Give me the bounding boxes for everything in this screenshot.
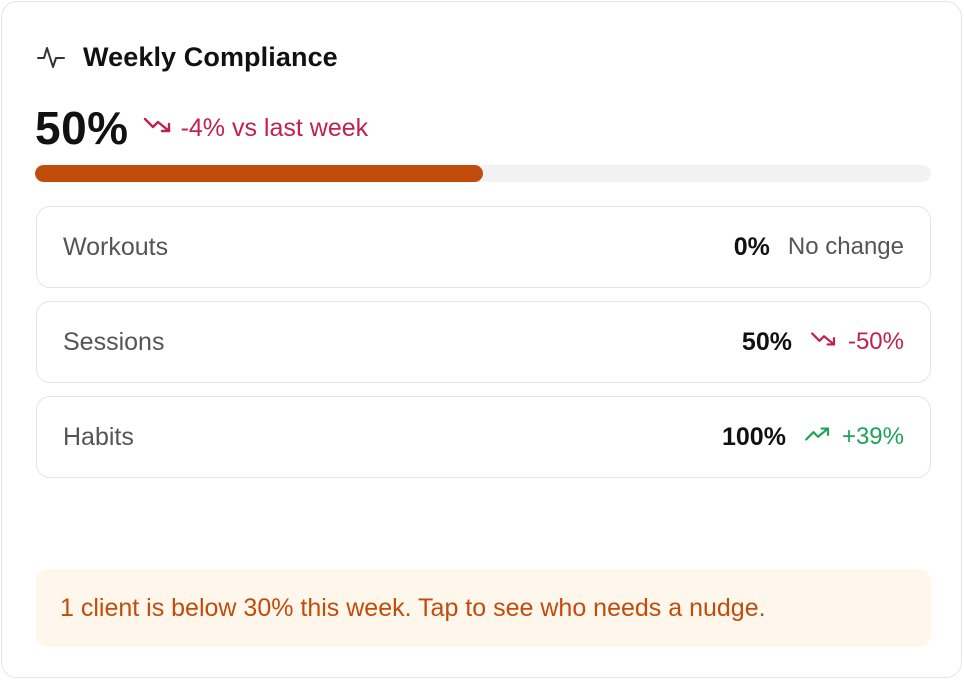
trend-up-icon (804, 423, 832, 451)
metric-row-sessions[interactable]: Sessions 50% -50% (36, 301, 931, 383)
trend-text: -4% vs last week (180, 113, 369, 142)
metric-values: 0% No change (734, 233, 904, 262)
low-compliance-alert[interactable]: 1 client is below 30% this week. Tap to … (36, 569, 931, 647)
metric-change-text: -50% (847, 328, 904, 355)
weekly-compliance-card: Weekly Compliance 50% -4% vs last week W… (1, 1, 962, 678)
metric-label: Workouts (63, 232, 169, 261)
metric-value: 50% (741, 327, 792, 356)
compliance-progress-bar (35, 165, 931, 182)
metric-row-habits[interactable]: Habits 100% +39% (36, 396, 931, 478)
metric-change: -50% (810, 328, 904, 356)
weekly-trend: -4% vs last week (143, 113, 369, 143)
metric-value: 100% (721, 422, 786, 451)
metric-change: +39% (804, 423, 904, 451)
metric-change: No change (788, 233, 904, 261)
metric-label: Habits (63, 422, 134, 451)
metric-change-text: No change (787, 233, 904, 260)
metric-change-text: +39% (841, 423, 904, 450)
metric-values: 100% +39% (722, 423, 904, 452)
activity-icon (35, 41, 67, 73)
progress-fill (35, 165, 483, 182)
card-title: Weekly Compliance (83, 41, 338, 72)
trend-down-icon (143, 114, 173, 143)
trend-down-icon (810, 328, 838, 356)
metric-values: 50% -50% (742, 328, 904, 357)
card-header: Weekly Compliance (35, 38, 338, 76)
alert-text: 1 client is below 30% this week. Tap to … (60, 593, 766, 622)
metric-row-workouts[interactable]: Workouts 0% No change (36, 206, 931, 288)
metric-value: 0% (733, 232, 770, 261)
overall-percentage: 50% (35, 102, 129, 154)
compliance-summary: 50% -4% vs last week (35, 100, 368, 156)
metric-label: Sessions (63, 327, 165, 356)
